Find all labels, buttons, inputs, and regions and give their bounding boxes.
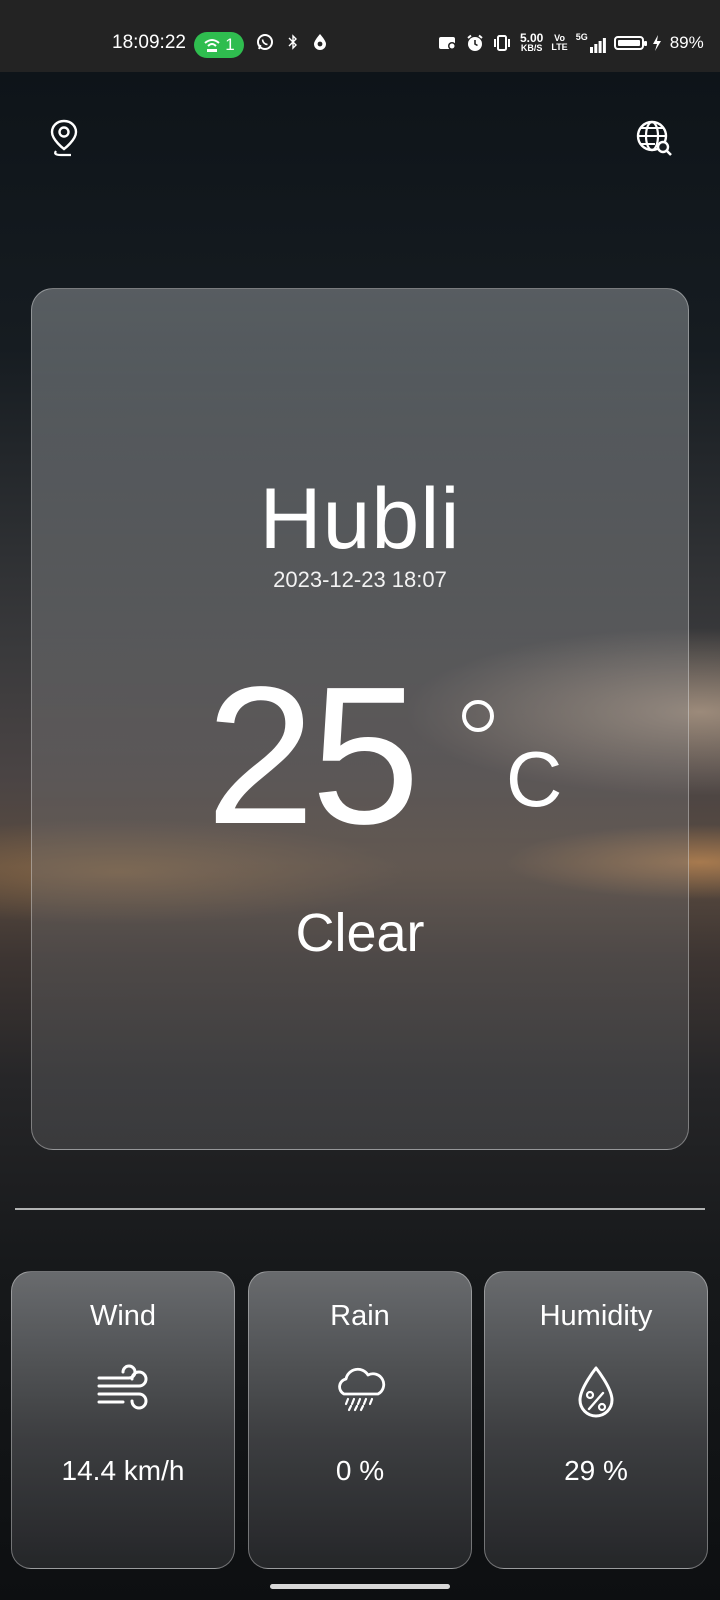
app-notification-icon	[314, 34, 326, 50]
battery-icon	[613, 35, 647, 50]
rain-card: Rain 0 %	[248, 1271, 472, 1569]
status-time: 18:09:22	[112, 32, 186, 53]
home-indicator[interactable]	[270, 1584, 450, 1589]
degree-symbol	[462, 700, 494, 732]
city-name: Hubli	[259, 471, 461, 567]
divider	[15, 1208, 705, 1210]
temperature-value: 25	[206, 646, 420, 865]
alarm-icon	[467, 34, 483, 51]
stat-title: Humidity	[539, 1300, 653, 1332]
status-bar: 18:09:22 1 5.00 KB/S Vo LTE 5G 89%	[0, 0, 720, 72]
vibrate-icon	[494, 34, 510, 51]
battery-percent: 89%	[669, 32, 704, 52]
rain-value: 0 %	[335, 1455, 385, 1486]
rain-cloud-icon	[338, 1367, 386, 1412]
network-speed: 5.00 KB/S	[520, 31, 544, 53]
date-time: 2023-12-23 18:07	[273, 567, 447, 592]
humidity-value: 29 %	[564, 1455, 628, 1486]
hotspot-badge: 1	[194, 32, 244, 58]
stat-title: Wind	[89, 1300, 157, 1332]
charging-icon	[652, 34, 661, 51]
bluetooth-off-icon	[288, 34, 297, 50]
location-button[interactable]	[44, 118, 84, 158]
signal-strength-icon	[589, 37, 606, 53]
search-location-button[interactable]	[634, 118, 674, 158]
wind-icon	[97, 1364, 148, 1410]
wind-value: 14.4 km/h	[61, 1455, 185, 1486]
hotspot-count: 1	[225, 35, 235, 54]
globe-search-icon	[636, 120, 672, 156]
wind-card: Wind 14.4 km/h	[11, 1271, 235, 1569]
volte-indicator: Vo LTE	[551, 32, 568, 52]
temperature-unit: C	[506, 735, 563, 823]
whatsapp-icon	[257, 34, 273, 50]
signal-indicator: 5G	[576, 32, 606, 53]
weather-condition: Clear	[295, 903, 425, 963]
humidity-card: Humidity 29 %	[484, 1271, 708, 1569]
hotspot-icon	[204, 39, 220, 52]
stat-title: Rain	[330, 1300, 390, 1332]
location-pin-icon	[50, 119, 78, 157]
humidity-drop-icon	[578, 1366, 614, 1418]
screen-record-icon	[439, 36, 456, 50]
